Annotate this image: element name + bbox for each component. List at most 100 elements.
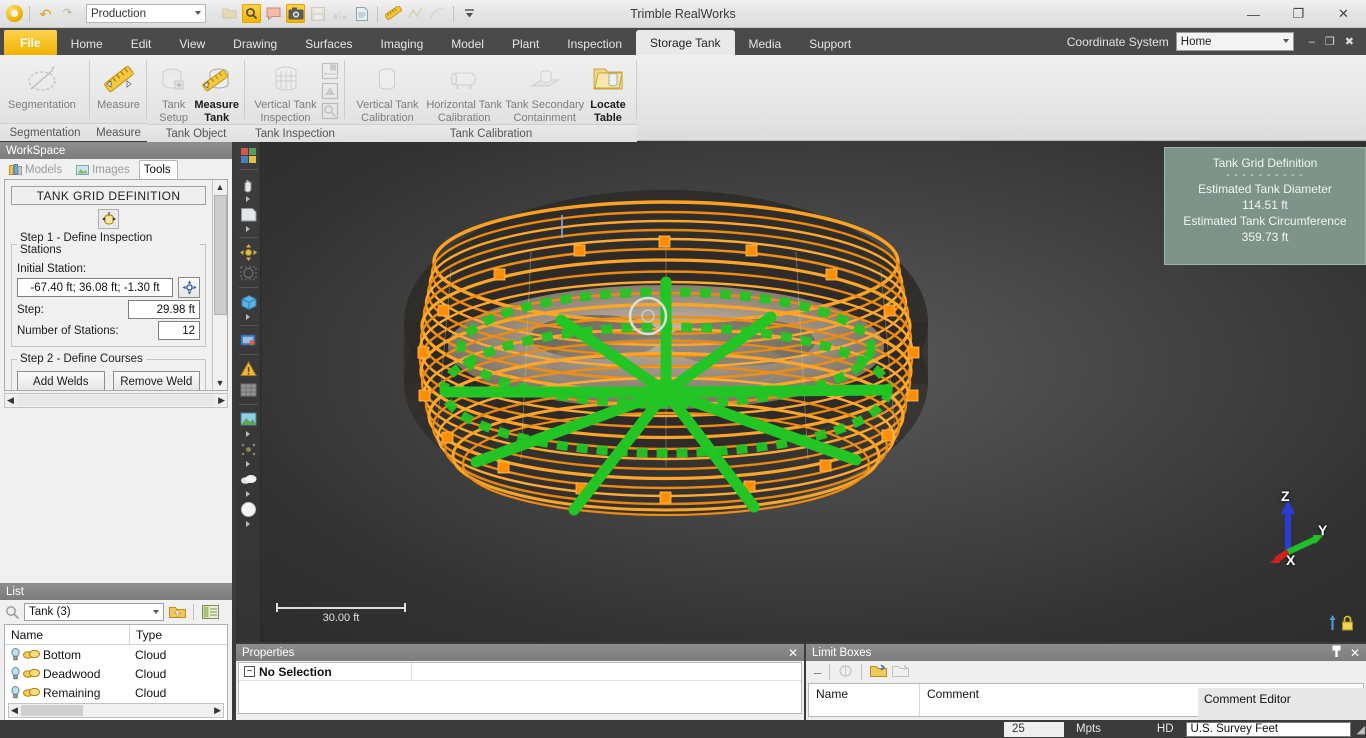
tab-inspection[interactable]: Inspection [553,32,636,55]
tab-edit[interactable]: Edit [117,32,166,55]
3d-viewport[interactable]: Tank Grid Definition - - - - - - - - - -… [236,142,1366,642]
point-render-dropdown-icon[interactable] [238,460,259,468]
close-button[interactable]: ✕ [1321,0,1366,28]
remove-weld-button[interactable]: Remove Weld [112,371,200,390]
list-view-icon[interactable] [201,604,219,621]
snapshot-icon[interactable] [286,4,305,23]
units-field[interactable]: U.S. Survey Feet [1185,721,1351,737]
plane-icon[interactable] [238,204,259,224]
scroll-thumb[interactable] [20,705,83,716]
scroll-thumb[interactable] [16,395,216,406]
visibility-bulb-icon[interactable] [11,648,20,661]
ribbon-button-tank-secondary-containment[interactable]: Tank Secondary Containment [504,58,585,124]
tab-home[interactable]: Home [57,32,117,55]
tab-storage-tank[interactable]: Storage Tank [636,30,735,55]
texture-icon[interactable] [238,330,259,350]
background-icon[interactable] [238,409,259,429]
tab-images[interactable]: Images [71,161,137,179]
scroll-thumb[interactable] [213,195,227,315]
background-dropdown-icon[interactable] [238,430,259,438]
table-row[interactable]: Remaining Cloud [5,683,227,702]
more-icon[interactable] [460,4,479,23]
sphere-icon[interactable] [238,499,259,519]
add-welds-button[interactable]: Add Welds [17,371,105,390]
tab-file[interactable]: File [4,30,57,55]
doc-close-icon[interactable]: ✖ [1345,35,1354,48]
lock-icon[interactable] [1341,615,1354,634]
maximize-button[interactable]: ❐ [1276,0,1321,28]
north-icon[interactable] [1327,615,1338,634]
plane-dropdown-icon[interactable] [238,225,259,233]
scroll-up-icon[interactable]: ▲ [216,180,225,194]
tank-view-icon[interactable] [321,102,339,120]
pick-point-icon[interactable] [178,277,200,298]
rotate-icon[interactable] [238,242,259,262]
region-icon[interactable] [238,263,259,283]
note-icon[interactable] [264,4,283,23]
multi-select-icon[interactable] [238,145,259,165]
cloud-dropdown-icon[interactable] [238,490,259,498]
ribbon-button-tank-setup[interactable]: Tank Setup [153,58,194,124]
export-folder-icon[interactable] [892,664,910,681]
app-logo-icon[interactable] [6,5,23,22]
list-filter-combo[interactable]: Tank (3) [24,603,164,621]
comment-editor[interactable]: Comment Editor [1198,688,1366,720]
grid-icon[interactable] [238,380,259,400]
report-icon[interactable] [352,4,371,23]
clip-box-dropdown-icon[interactable] [238,313,259,321]
pan-icon[interactable] [238,174,259,194]
doc-restore-icon[interactable]: ❐ [1325,35,1335,48]
scroll-left-icon[interactable]: ◀ [11,705,18,716]
tools-horizontal-scrollbar[interactable]: ◀ ▶ [4,393,228,408]
coordinate-system-select[interactable]: Home [1175,32,1294,51]
scroll-right-icon[interactable]: ▶ [214,705,221,716]
tank-export-icon[interactable] [321,82,339,100]
tab-surfaces[interactable]: Surfaces [291,32,366,55]
scroll-left-icon[interactable]: ◀ [7,395,14,406]
mode-combo[interactable]: Production [86,4,206,23]
tab-model[interactable]: Model [437,32,498,55]
ribbon-button-measure-tank[interactable]: Measure Tank [194,58,239,124]
scroll-down-icon[interactable]: ▼ [216,376,225,390]
doc-minimize-icon[interactable]: – [1309,36,1315,48]
column-header-name[interactable]: Name [809,684,919,716]
tab-view[interactable]: View [165,32,219,55]
ribbon-button-vertical-tank-calibration[interactable]: Vertical Tank Calibration [351,58,424,124]
ribbon-button-segmentation[interactable]: Segmentation [6,58,78,112]
ribbon-button-locate-table[interactable]: Locate Table [585,58,631,124]
ribbon-button-horizontal-tank-calibration[interactable]: Horizontal Tank Calibration [424,58,505,124]
axis-gizmo[interactable]: Z Y X [1260,488,1334,570]
warning-icon[interactable] [238,359,259,379]
ribbon-button-vertical-tank-inspection[interactable]: Vertical Tank Inspection [251,58,320,124]
open-folder-icon[interactable] [870,663,888,681]
visibility-bulb-icon[interactable] [11,686,20,699]
minimize-button[interactable]: — [1231,0,1276,28]
tab-media[interactable]: Media [735,32,796,55]
tab-support[interactable]: Support [795,32,865,55]
tab-imaging[interactable]: Imaging [367,32,438,55]
visibility-bulb-icon[interactable] [11,667,20,680]
step-input[interactable]: 29.98 ft [128,300,200,319]
pan-dropdown-icon[interactable] [238,195,259,203]
tab-plant[interactable]: Plant [498,32,553,55]
scroll-right-icon[interactable]: ▶ [218,395,225,406]
table-row[interactable]: Bottom Cloud [5,645,227,664]
find-icon[interactable] [242,4,261,23]
column-header-type[interactable]: Type [129,625,227,644]
list-horizontal-scrollbar[interactable]: ◀ ▶ [8,703,224,718]
ribbon-button-measure[interactable]: Measure [96,58,141,112]
tab-drawing[interactable]: Drawing [219,32,291,55]
properties-row[interactable]: − No Selection [239,662,801,681]
undo-icon[interactable]: ↶ [36,4,55,23]
tab-tools[interactable]: Tools [138,160,178,179]
resize-grip-icon[interactable]: ◢ [1357,723,1365,736]
tab-models[interactable]: Models [4,161,69,179]
up-folder-icon[interactable] [168,604,186,621]
column-header-name[interactable]: Name [5,625,129,644]
tank-grid-icon[interactable] [98,209,119,229]
tools-vertical-scrollbar[interactable]: ▲ ▼ [212,180,227,390]
collapse-icon[interactable]: − [244,666,255,677]
table-row[interactable]: Deadwood Cloud [5,664,227,683]
point-render-icon[interactable] [238,439,259,459]
initial-station-input[interactable]: -67.40 ft; 36.08 ft; -1.30 ft [17,278,173,297]
